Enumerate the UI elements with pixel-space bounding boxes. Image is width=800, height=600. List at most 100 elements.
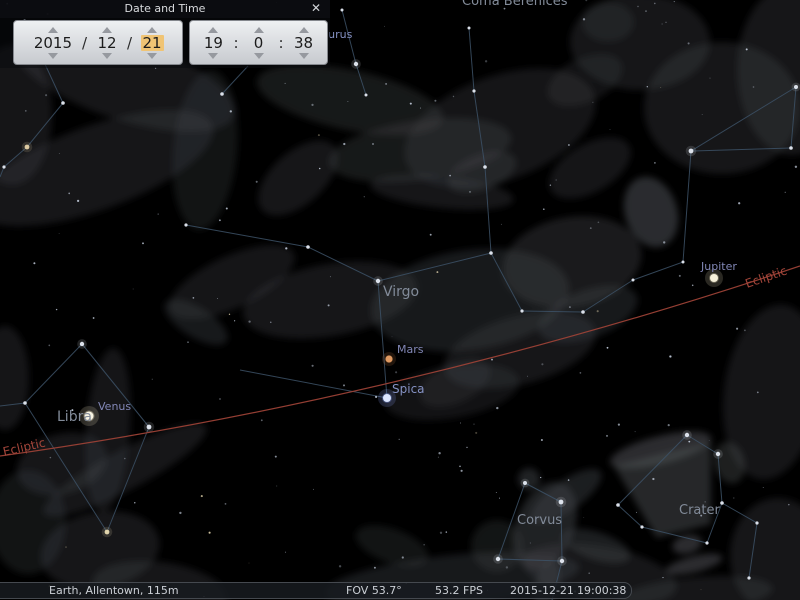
field-star	[788, 504, 790, 506]
field-star	[48, 345, 50, 347]
field-star	[645, 10, 647, 12]
second-field[interactable]: 38	[294, 35, 313, 51]
field-star	[746, 48, 748, 50]
star	[306, 245, 310, 249]
field-star	[710, 78, 711, 79]
field-star	[311, 104, 313, 106]
field-star	[395, 371, 397, 373]
field-star	[636, 512, 637, 513]
day-increment-button[interactable]	[147, 27, 157, 33]
star	[682, 261, 685, 264]
star	[755, 521, 758, 524]
dialog-titlebar[interactable]: Date and Time ✕	[0, 0, 330, 18]
star	[560, 559, 564, 563]
field-star	[674, 1, 675, 2]
field-star	[459, 466, 461, 468]
field-star	[364, 196, 365, 197]
close-icon[interactable]: ✕	[309, 0, 323, 18]
field-star	[496, 492, 497, 493]
minute-field[interactable]: 0	[254, 35, 264, 51]
field-star	[491, 359, 493, 361]
time-separator: :	[228, 34, 243, 52]
sky-view[interactable]: VirgoLibraCorvusCraterComa BerenicesMars…	[0, 0, 800, 600]
field-star	[219, 398, 221, 400]
second-increment-button[interactable]	[299, 27, 309, 33]
field-star	[187, 341, 189, 343]
field-star	[540, 477, 541, 478]
field-star	[217, 298, 218, 299]
field-star	[25, 110, 27, 112]
second-decrement-button[interactable]	[299, 53, 309, 59]
field-star	[496, 407, 498, 409]
field-star	[230, 110, 232, 112]
day-field[interactable]: 21	[141, 35, 164, 51]
year-increment-button[interactable]	[48, 27, 58, 33]
field-star	[469, 191, 471, 193]
star	[220, 92, 224, 96]
field-star	[276, 485, 277, 486]
field-star	[256, 181, 258, 183]
field-star	[434, 100, 436, 102]
star	[489, 251, 493, 255]
field-star	[285, 552, 286, 553]
hour-increment-button[interactable]	[208, 27, 218, 33]
star	[747, 576, 750, 579]
field-star	[372, 143, 374, 145]
minute-spinner: 0	[244, 27, 274, 59]
field-star	[134, 502, 135, 503]
year-field[interactable]: 2015	[34, 35, 72, 51]
field-star	[550, 185, 551, 186]
minute-decrement-button[interactable]	[254, 53, 264, 59]
field-star	[179, 512, 181, 514]
field-star	[568, 479, 570, 481]
field-star	[541, 439, 543, 441]
field-star	[65, 547, 66, 548]
year-decrement-button[interactable]	[48, 53, 58, 59]
field-star	[436, 271, 438, 273]
fps-label: 53.2 FPS	[435, 584, 483, 597]
field-star	[438, 457, 439, 458]
month-decrement-button[interactable]	[102, 53, 112, 59]
month-increment-button[interactable]	[102, 27, 112, 33]
field-star	[234, 320, 235, 321]
star	[341, 9, 344, 12]
month-spinner: 12	[92, 27, 122, 59]
field-star	[261, 419, 263, 421]
field-star	[556, 180, 557, 181]
field-star	[275, 456, 277, 458]
field-star	[785, 192, 786, 193]
field-star	[50, 457, 51, 458]
field-star	[795, 166, 797, 168]
hour-decrement-button[interactable]	[208, 53, 218, 59]
field-star	[568, 144, 570, 146]
hour-field[interactable]: 19	[204, 35, 223, 51]
minute-increment-button[interactable]	[254, 27, 264, 33]
corvus-label: Corvus	[517, 513, 562, 528]
field-star	[248, 320, 250, 322]
field-star	[663, 241, 665, 243]
date-spinbox-panel: 2015 / 12 / 21	[13, 20, 183, 65]
field-star	[688, 441, 690, 443]
field-star	[124, 458, 126, 460]
field-star	[679, 275, 681, 277]
star	[632, 279, 635, 282]
field-star	[583, 517, 584, 518]
field-star	[59, 233, 60, 234]
field-star	[757, 391, 759, 393]
field-star	[475, 432, 477, 434]
field-star	[709, 440, 710, 441]
field-star	[270, 322, 271, 323]
field-star	[328, 304, 330, 306]
star	[559, 500, 564, 505]
day-decrement-button[interactable]	[147, 53, 157, 59]
field-star	[473, 423, 474, 424]
mars	[386, 356, 393, 363]
month-field[interactable]: 12	[97, 35, 116, 51]
field-star	[77, 200, 79, 202]
field-star	[374, 567, 376, 569]
star	[496, 557, 500, 561]
field-star	[598, 221, 600, 223]
field-star	[583, 18, 585, 20]
date-time-dialog: Date and Time ✕ 2015 / 12 / 21	[0, 0, 330, 68]
dialog-title: Date and Time	[125, 2, 206, 15]
